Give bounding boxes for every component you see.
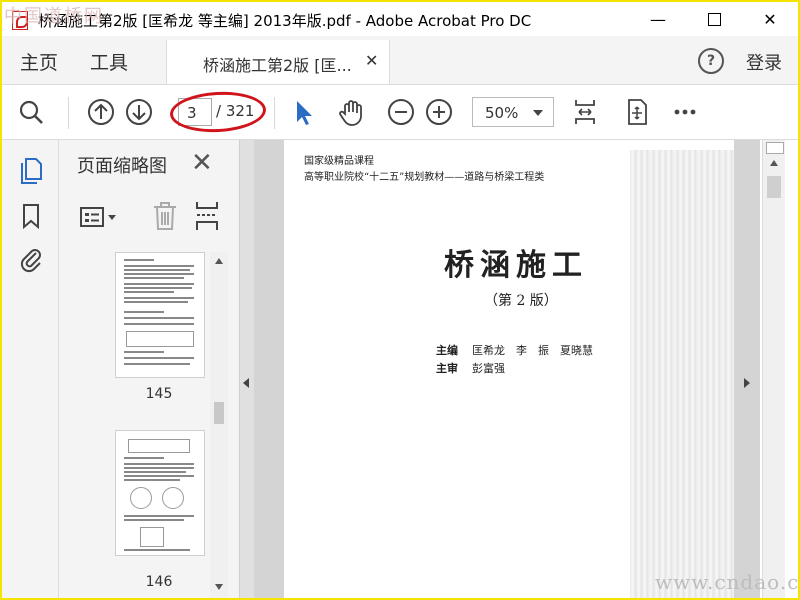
title-bar: 桥涵施工第2版 [匡希龙 等主编] 2013年版.pdf - Adobe Acr… (2, 2, 798, 36)
zoom-in-icon[interactable] (424, 97, 454, 127)
scroll-up-icon[interactable] (770, 160, 778, 166)
select-cursor-icon[interactable] (288, 97, 318, 127)
thumbnail-options-icon[interactable] (79, 204, 119, 230)
delete-page-icon[interactable] (151, 200, 179, 232)
tab-document[interactable]: 桥涵施工第2版 [匡... ✕ (166, 40, 390, 84)
maximize-icon (707, 12, 721, 26)
thumbnail-page-number: 146 (145, 574, 173, 590)
hand-tool-icon[interactable] (336, 97, 366, 127)
close-panel-icon[interactable]: ✕ (191, 148, 213, 178)
maximize-button[interactable] (686, 2, 742, 36)
close-tab-icon[interactable]: ✕ (365, 51, 378, 70)
toolbar-separator (274, 97, 275, 129)
tab-bar: 主页 工具 桥涵施工第2版 [匡... ✕ ? 登录 (2, 36, 798, 85)
tab-document-label: 桥涵施工第2版 [匡... (203, 56, 352, 75)
toolbar-separator (68, 97, 69, 129)
help-icon[interactable]: ? (698, 48, 724, 74)
red-highlight-ellipse (169, 89, 267, 135)
chevron-right-icon[interactable] (744, 378, 750, 388)
tab-tools[interactable]: 工具 (90, 48, 128, 75)
scrollbar-thumb[interactable] (214, 402, 224, 424)
chevron-down-icon (533, 110, 543, 116)
zoom-value: 50% (485, 104, 519, 122)
scroll-down-icon[interactable] (215, 584, 223, 590)
series-label: 高等职业院校“十二五”规划教材——道路与桥梁工程类 (304, 172, 545, 183)
editor-role: 主编 (436, 344, 458, 357)
editor-names: 匡希龙 李 振 夏晓慧 (472, 344, 593, 357)
reviewer-role: 主审 (436, 362, 458, 375)
tab-home[interactable]: 主页 (20, 48, 58, 75)
extract-page-icon[interactable] (193, 200, 221, 232)
close-window-button[interactable]: ✕ (742, 2, 798, 36)
main-toolbar: 3 / 321 50% (2, 85, 798, 140)
search-icon[interactable] (16, 97, 46, 127)
document-scrollbar[interactable] (762, 140, 785, 598)
thumbnails-scrollbar[interactable] (210, 252, 228, 598)
scan-shadow (630, 150, 734, 598)
pdf-page: 国家级精品课程 高等职业院校“十二五”规划教材——道路与桥梁工程类 桥涵施工 （… (284, 140, 734, 598)
fit-page-icon[interactable] (570, 97, 600, 127)
more-options-icon[interactable] (670, 97, 700, 127)
previous-page-icon[interactable] (86, 97, 116, 127)
page-thumbnails-icon[interactable] (18, 156, 44, 184)
login-button[interactable]: 登录 (746, 49, 782, 75)
minimize-button[interactable]: — (630, 2, 686, 36)
thumbnail-page-number: 145 (145, 386, 173, 402)
book-edition: （第 2 版） (484, 293, 558, 309)
reviewer-name: 彭富强 (472, 362, 505, 375)
course-label: 国家级精品课程 (304, 156, 374, 167)
left-navigation-rail (2, 140, 59, 598)
scroll-control[interactable] (766, 142, 784, 154)
zoom-out-icon[interactable] (386, 97, 416, 127)
attachment-icon[interactable] (18, 244, 44, 274)
collapse-panel-handle[interactable] (240, 140, 254, 598)
zoom-select[interactable]: 50% (472, 97, 554, 127)
watermark-top-left: 中国道桥网 (4, 6, 104, 27)
next-page-icon[interactable] (124, 97, 154, 127)
watermark-bottom-right: www.cndao.com (655, 570, 800, 594)
scrollbar-thumb[interactable] (767, 176, 781, 198)
page-thumbnail[interactable] (115, 430, 205, 556)
rotate-page-icon[interactable] (622, 97, 652, 127)
chevron-left-icon (243, 378, 249, 388)
scroll-up-icon[interactable] (215, 258, 223, 264)
bookmark-icon[interactable] (20, 202, 42, 230)
page-thumbnail[interactable] (115, 252, 205, 378)
panel-title: 页面缩略图 (77, 156, 167, 177)
book-title: 桥涵施工 (444, 248, 588, 283)
window-title: 桥涵施工第2版 [匡希龙 等主编] 2013年版.pdf - Adobe Acr… (38, 12, 532, 30)
